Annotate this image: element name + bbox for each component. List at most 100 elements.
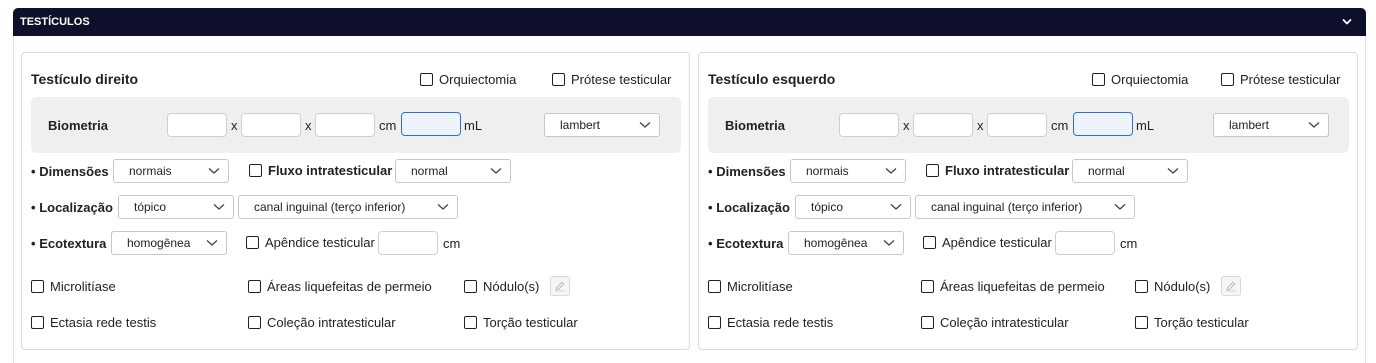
microlitiase-checkbox[interactable]: Microlitíase (708, 279, 793, 294)
chevron-down-icon (639, 122, 651, 128)
checkbox-box[interactable] (552, 73, 565, 86)
biometria-dim3-input[interactable] (987, 113, 1047, 137)
biometria-volume-input[interactable] (1073, 112, 1133, 136)
checkbox-label: Nódulo(s) (1154, 279, 1211, 294)
checkbox-box[interactable] (246, 236, 259, 249)
checkbox-box[interactable] (248, 316, 261, 329)
checkbox-label: Torção testicular (1154, 315, 1249, 330)
checkbox-box[interactable] (420, 73, 433, 86)
checkbox-label: Microlitíase (727, 279, 793, 294)
dimensoes-label: • Dimensões (31, 164, 109, 179)
biometria-unit-ml: mL (464, 118, 483, 133)
fluxo-intratesticular-checkbox[interactable]: Fluxo intratesticular (926, 163, 1069, 178)
biometria-dim1-input[interactable] (839, 113, 899, 137)
orquiectomia-checkbox[interactable]: Orquiectomia (420, 72, 516, 87)
apendice-unit: cm (1120, 236, 1138, 251)
colecao-intratesticular-checkbox[interactable]: Coleção intratesticular (921, 315, 1069, 330)
biometria-separator: x (903, 118, 910, 133)
localizacao-detalhe-select[interactable]: canal inguinal (terço inferior) (915, 195, 1135, 219)
checkbox-box[interactable] (464, 280, 477, 293)
colecao-intratesticular-checkbox[interactable]: Coleção intratesticular (248, 315, 396, 330)
checkbox-box[interactable] (921, 280, 934, 293)
ectasia-rede-testis-checkbox[interactable]: Ectasia rede testis (708, 315, 833, 330)
localizacao-select[interactable]: tópico (795, 195, 911, 219)
checkbox-box[interactable] (1221, 73, 1234, 86)
checkbox-box[interactable] (1092, 73, 1105, 86)
fluxo-intratesticular-checkbox[interactable]: Fluxo intratesticular (249, 163, 392, 178)
ectasia-rede-testis-checkbox[interactable]: Ectasia rede testis (31, 315, 156, 330)
localizacao-select[interactable]: tópico (118, 195, 234, 219)
checkbox-box[interactable] (31, 316, 44, 329)
areas-liquefeitas-checkbox[interactable]: Áreas liquefeitas de permeio (248, 279, 432, 294)
checkbox-box[interactable] (708, 316, 721, 329)
fluxo-select[interactable]: normal (1072, 159, 1188, 183)
ecotextura-select[interactable]: homogênea (788, 231, 904, 255)
protese-testicular-checkbox[interactable]: Prótese testicular (552, 72, 671, 87)
biometria-volume-input[interactable] (401, 112, 461, 136)
areas-liquefeitas-checkbox[interactable]: Áreas liquefeitas de permeio (921, 279, 1105, 294)
select-value: homogênea (127, 236, 191, 250)
dimensoes-select[interactable]: normais (790, 159, 906, 183)
checkbox-box[interactable] (926, 164, 939, 177)
checkbox-box[interactable] (249, 164, 262, 177)
biometria-method-select[interactable]: lambert (1213, 113, 1329, 137)
checkbox-box[interactable] (1135, 280, 1148, 293)
biometria-dim1-input[interactable] (167, 113, 227, 137)
checkbox-label: Fluxo intratesticular (268, 163, 393, 178)
apendice-testicular-checkbox[interactable]: Apêndice testicular (246, 235, 375, 250)
torcao-testicular-checkbox[interactable]: Torção testicular (1135, 315, 1249, 330)
apendice-size-input[interactable] (1055, 231, 1115, 255)
biometria-unit-cm: cm (379, 118, 397, 133)
checkbox-box[interactable] (248, 280, 261, 293)
chevron-down-icon (1308, 122, 1320, 128)
checkbox-box[interactable] (923, 236, 936, 249)
checkbox-box[interactable] (31, 280, 44, 293)
nodulos-edit-button[interactable] (1221, 276, 1241, 296)
select-value: lambert (560, 118, 601, 132)
select-value: canal inguinal (terço inferior) (931, 200, 1083, 214)
chevron-down-icon (208, 168, 220, 174)
checkbox-label: Prótese testicular (571, 72, 672, 87)
checkbox-label: Nódulo(s) (483, 279, 540, 294)
protese-testicular-checkbox[interactable]: Prótese testicular (1221, 72, 1340, 87)
ecotextura-label: • Ecotextura (708, 236, 784, 251)
select-value: normal (411, 164, 448, 178)
checkbox-box[interactable] (1135, 316, 1148, 329)
section-header-testiculos[interactable]: TESTÍCULOS (13, 8, 1366, 36)
biometria-separator: x (977, 118, 984, 133)
select-value: homogênea (804, 236, 868, 250)
nodulos-checkbox[interactable]: Nódulo(s) (1135, 279, 1210, 294)
microlitiase-checkbox[interactable]: Microlitíase (31, 279, 116, 294)
nodulos-checkbox[interactable]: Nódulo(s) (464, 279, 539, 294)
chevron-down-icon (213, 204, 225, 210)
chevron-down-icon (490, 168, 502, 174)
apendice-testicular-checkbox[interactable]: Apêndice testicular (923, 235, 1052, 250)
torcao-testicular-checkbox[interactable]: Torção testicular (464, 315, 578, 330)
localizacao-detalhe-select[interactable]: canal inguinal (terço inferior) (238, 195, 458, 219)
checkbox-label: Torção testicular (483, 315, 578, 330)
select-value: normais (129, 164, 172, 178)
dimensoes-select[interactable]: normais (113, 159, 229, 183)
biometria-unit-cm: cm (1051, 118, 1069, 133)
chevron-down-icon[interactable] (1342, 17, 1352, 27)
biometria-separator: x (305, 118, 312, 133)
checkbox-box[interactable] (708, 280, 721, 293)
checkbox-box[interactable] (921, 316, 934, 329)
ecotextura-select[interactable]: homogênea (111, 231, 227, 255)
select-value: normal (1088, 164, 1125, 178)
chevron-down-icon (1114, 204, 1126, 210)
checkbox-box[interactable] (464, 316, 477, 329)
orquiectomia-checkbox[interactable]: Orquiectomia (1092, 72, 1188, 87)
biometria-dim2-input[interactable] (913, 113, 973, 137)
chevron-down-icon (1167, 168, 1179, 174)
fluxo-select[interactable]: normal (395, 159, 511, 183)
biometria-unit-ml: mL (1136, 118, 1155, 133)
nodulos-edit-button[interactable] (550, 276, 570, 296)
biometria-method-select[interactable]: lambert (544, 113, 660, 137)
section-title: TESTÍCULOS (20, 16, 90, 28)
apendice-unit: cm (443, 236, 461, 251)
apendice-size-input[interactable] (378, 231, 438, 255)
biometria-dim3-input[interactable] (315, 113, 375, 137)
checkbox-label: Áreas liquefeitas de permeio (940, 279, 1105, 294)
biometria-dim2-input[interactable] (241, 113, 301, 137)
